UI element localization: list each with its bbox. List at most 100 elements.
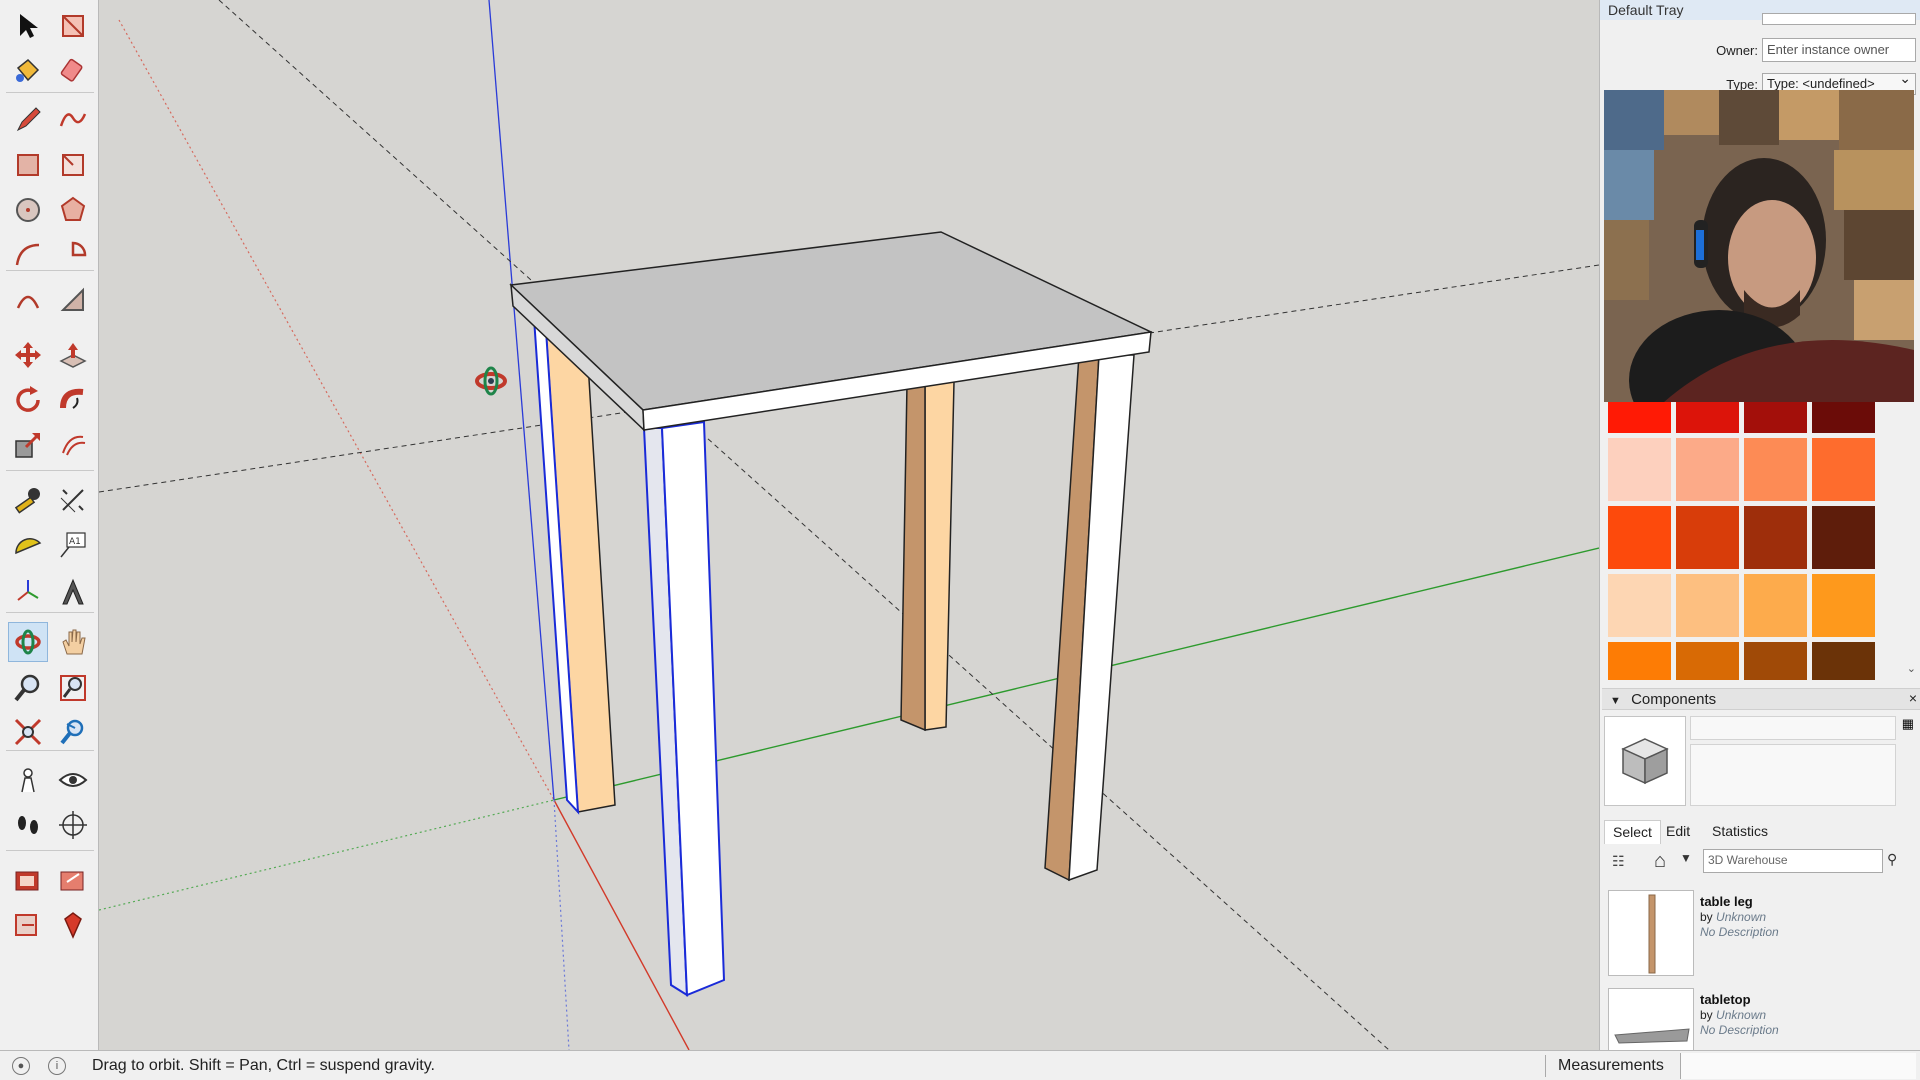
color-swatch[interactable] xyxy=(1608,642,1671,680)
rotate-tool[interactable] xyxy=(8,380,48,420)
component-description-field[interactable] xyxy=(1690,744,1896,806)
position-camera-icon xyxy=(21,768,35,793)
swatch-scroll-down-icon[interactable]: ⌄ xyxy=(1907,662,1916,675)
color-swatch[interactable] xyxy=(1608,574,1671,637)
share-model-tool[interactable] xyxy=(53,860,93,900)
color-swatch[interactable] xyxy=(1676,402,1739,433)
section-plane-tool[interactable] xyxy=(53,805,93,845)
tape-measure-tool[interactable] xyxy=(8,480,48,520)
select-tool[interactable] xyxy=(8,6,48,46)
previous-view-tool[interactable] xyxy=(53,712,93,752)
components-section-header[interactable]: ▼ Components × xyxy=(1602,688,1920,710)
3d-warehouse-tool[interactable] xyxy=(8,860,48,900)
search-icon[interactable]: ⚲ xyxy=(1887,851,1897,868)
component-name-field[interactable] xyxy=(1690,716,1896,740)
rectangle-tool[interactable] xyxy=(8,145,48,185)
rotated-rectangle-tool[interactable] xyxy=(53,145,93,185)
two-point-arc-tool[interactable] xyxy=(53,280,93,320)
pie-tool[interactable] xyxy=(53,235,93,275)
tape-measure-icon xyxy=(14,488,40,514)
orbit-tool[interactable] xyxy=(8,622,48,662)
toolbar-separator xyxy=(6,92,94,93)
color-swatch[interactable] xyxy=(1812,574,1875,637)
dimension-tool[interactable] xyxy=(53,480,93,520)
make-component-tool[interactable] xyxy=(53,6,93,46)
ruby-console-tool[interactable] xyxy=(53,905,93,945)
zoom-extents-tool[interactable] xyxy=(8,712,48,752)
pan-tool[interactable] xyxy=(53,622,93,662)
line-tool[interactable] xyxy=(8,100,48,140)
details-icon[interactable]: ▦ xyxy=(1902,716,1914,732)
webcam-overlay xyxy=(1604,90,1914,402)
navigation-dropdown-icon[interactable]: ▼ xyxy=(1680,851,1692,865)
rotate-icon xyxy=(16,386,40,412)
color-swatch[interactable] xyxy=(1608,506,1671,569)
home-icon[interactable]: ⌂ xyxy=(1654,850,1666,873)
color-swatch[interactable] xyxy=(1812,642,1875,680)
move-tool[interactable] xyxy=(8,335,48,375)
view-options-icon[interactable]: ☷ xyxy=(1612,853,1625,870)
color-swatch[interactable] xyxy=(1676,642,1739,680)
eraser-tool[interactable] xyxy=(53,50,93,90)
freehand-tool[interactable] xyxy=(53,100,93,140)
color-swatch[interactable] xyxy=(1676,506,1739,569)
color-swatch[interactable] xyxy=(1744,574,1807,637)
arc-tool[interactable] xyxy=(8,235,48,275)
component-item-tabletop[interactable]: tabletop by Unknown No Description xyxy=(1608,988,1908,1050)
tab-select[interactable]: Select xyxy=(1604,820,1661,844)
protractor-icon xyxy=(15,538,42,555)
extension-warehouse-tool[interactable] xyxy=(8,905,48,945)
position-camera-tool[interactable] xyxy=(8,760,48,800)
color-swatch[interactable] xyxy=(1812,506,1875,569)
paint-bucket-tool[interactable] xyxy=(8,50,48,90)
color-swatch[interactable] xyxy=(1744,402,1807,433)
component-item-name: tabletop xyxy=(1700,992,1751,1007)
color-swatch[interactable] xyxy=(1608,438,1671,501)
color-swatch[interactable] xyxy=(1744,642,1807,680)
geo-location-icon[interactable]: ● xyxy=(12,1057,30,1075)
color-swatch[interactable] xyxy=(1676,574,1739,637)
scene-canvas[interactable] xyxy=(99,0,1599,1050)
tabletop-thumbnail-icon xyxy=(1614,1028,1690,1044)
color-swatch[interactable] xyxy=(1744,506,1807,569)
tab-edit[interactable]: Edit xyxy=(1658,820,1698,844)
follow-me-tool[interactable] xyxy=(53,380,93,420)
three-point-arc-tool[interactable] xyxy=(8,280,48,320)
component-box-icon xyxy=(62,15,84,37)
axes-tool[interactable] xyxy=(8,572,48,612)
status-field[interactable] xyxy=(1762,13,1916,25)
protractor-tool[interactable] xyxy=(8,525,48,565)
color-swatch[interactable] xyxy=(1812,438,1875,501)
tab-statistics[interactable]: Statistics xyxy=(1704,820,1776,844)
measurements-input[interactable] xyxy=(1680,1053,1916,1079)
modeling-viewport[interactable] xyxy=(99,0,1599,1050)
leg-back-right-front-face[interactable] xyxy=(924,379,955,731)
color-swatch[interactable] xyxy=(1676,438,1739,501)
look-around-tool[interactable] xyxy=(53,760,93,800)
zoom-tool[interactable] xyxy=(8,668,48,708)
rectangle-icon xyxy=(17,154,39,176)
close-icon[interactable]: × xyxy=(1909,690,1917,706)
orbit-cursor-icon xyxy=(475,366,507,396)
zoom-window-tool[interactable] xyxy=(53,668,93,708)
leg-back-right-side-face[interactable] xyxy=(900,379,926,732)
owner-field[interactable]: Enter instance owner xyxy=(1762,38,1916,62)
collapse-triangle-icon[interactable]: ▼ xyxy=(1610,695,1621,707)
status-bar: ● i Drag to orbit. Shift = Pan, Ctrl = s… xyxy=(0,1050,1920,1080)
color-swatch[interactable] xyxy=(1608,402,1671,433)
text-tool[interactable]: A1 xyxy=(53,525,93,565)
scale-tool[interactable] xyxy=(8,425,48,465)
info-icon[interactable]: i xyxy=(48,1057,66,1075)
circle-tool[interactable] xyxy=(8,190,48,230)
push-pull-tool[interactable] xyxy=(53,335,93,375)
blue-axis-dashed xyxy=(553,799,570,1050)
color-swatch[interactable] xyxy=(1812,402,1875,433)
component-item-table-leg[interactable]: table leg by Unknown No Description xyxy=(1608,890,1908,982)
warehouse-search-input[interactable]: 3D Warehouse xyxy=(1703,849,1883,873)
polygon-tool[interactable] xyxy=(53,190,93,230)
offset-tool[interactable] xyxy=(53,425,93,465)
color-swatch[interactable] xyxy=(1744,438,1807,501)
svg-text:A1: A1 xyxy=(69,537,81,547)
walk-tool[interactable] xyxy=(8,805,48,845)
3d-text-tool[interactable] xyxy=(53,572,93,612)
